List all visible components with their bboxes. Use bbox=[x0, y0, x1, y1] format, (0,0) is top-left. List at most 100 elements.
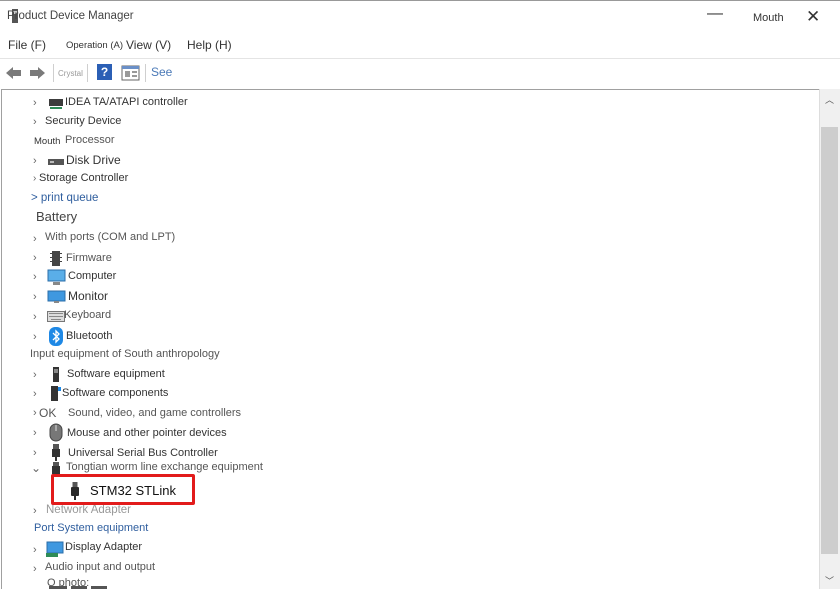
monitor-icon bbox=[47, 290, 66, 303]
expand-chevron-icon[interactable]: › bbox=[33, 311, 37, 323]
tree-item-mouse[interactable]: › Mouse and other pointer devices bbox=[2, 423, 812, 442]
expand-chevron-icon[interactable]: › bbox=[33, 563, 37, 575]
scrollbar-thumb[interactable] bbox=[821, 127, 838, 554]
software-device-icon bbox=[53, 367, 59, 382]
tree-item-display-adapter[interactable]: › Display Adapter bbox=[2, 540, 812, 559]
expand-chevron-icon[interactable]: › bbox=[33, 233, 37, 245]
keyboard-icon bbox=[47, 311, 65, 322]
menu-view[interactable]: View (V) bbox=[126, 38, 171, 52]
expand-chevron-icon[interactable]: › bbox=[33, 331, 37, 343]
tree-item-processor[interactable]: Mouth Processor bbox=[2, 132, 812, 151]
back-arrow-icon[interactable] bbox=[4, 64, 23, 82]
forward-arrow-icon[interactable] bbox=[28, 64, 47, 82]
tree-item-label: Computer bbox=[68, 270, 117, 282]
tree-item-label: Universal Serial Bus Controller bbox=[68, 447, 218, 459]
tree-item-disk-drive[interactable]: › Disk Drive bbox=[2, 151, 812, 170]
expand-chevron-icon[interactable]: › bbox=[33, 173, 36, 184]
tree-item-storage-controller[interactable]: › Storage Controller bbox=[2, 170, 812, 189]
scroll-up-icon[interactable]: ︿ bbox=[825, 93, 834, 106]
expand-chevron-icon[interactable]: › bbox=[33, 155, 37, 167]
display-adapter-icon bbox=[46, 541, 64, 557]
tree-item-bluetooth[interactable]: › Bluetooth bbox=[2, 326, 812, 347]
tree-item-ide-controller[interactable]: › IDEA TA/ATAPI controller bbox=[2, 94, 812, 113]
tree-item-label: Battery bbox=[36, 209, 78, 224]
expand-chevron-icon[interactable]: › bbox=[33, 505, 37, 517]
help-icon[interactable]: ? bbox=[97, 64, 112, 80]
tree-item-label: Software equipment bbox=[67, 368, 165, 380]
see-button[interactable]: See bbox=[151, 65, 172, 79]
expand-chevron-icon[interactable]: › bbox=[33, 271, 37, 283]
expand-chevron-icon[interactable]: › bbox=[33, 252, 37, 264]
tree-item-battery[interactable]: Battery bbox=[2, 208, 812, 230]
tree-item-label: Sound, video, and game controllers bbox=[68, 407, 242, 419]
expand-chevron-icon[interactable]: › bbox=[33, 291, 37, 303]
tree-item-label: Display Adapter bbox=[65, 541, 143, 553]
computer-icon bbox=[47, 269, 66, 285]
tree-item-label: Audio input and output bbox=[45, 561, 156, 573]
tree-item-label: Network Adapter bbox=[46, 504, 132, 516]
tree-item-input-equipment[interactable]: Input equipment of South anthropology bbox=[2, 346, 812, 365]
expand-chevron-icon[interactable]: › bbox=[33, 427, 37, 439]
disk-drive-icon bbox=[48, 159, 64, 165]
tree-item-label: Processor bbox=[65, 134, 115, 146]
vertical-scrollbar[interactable]: ︿ ﹀ bbox=[819, 89, 840, 589]
crystal-label: Crystal bbox=[58, 69, 83, 78]
expand-chevron-icon[interactable]: › bbox=[33, 447, 37, 459]
mouse-icon bbox=[49, 423, 63, 442]
menu-file[interactable]: File (F) bbox=[8, 38, 46, 52]
firmware-icon bbox=[50, 251, 62, 266]
expand-chevron-icon[interactable]: › bbox=[33, 97, 37, 109]
highlight-box bbox=[51, 474, 195, 505]
tree-item-label: IDEA TA/ATAPI controller bbox=[65, 96, 188, 108]
minimize-button[interactable]: — bbox=[707, 5, 723, 23]
toolbar-separator bbox=[145, 64, 146, 82]
menu-help[interactable]: Help (H) bbox=[187, 38, 232, 52]
properties-icon[interactable] bbox=[121, 64, 140, 82]
title-bar: Product Device Manager — Mouth ✕ bbox=[0, 0, 840, 34]
tree-item-label: Keyboard bbox=[64, 309, 112, 321]
tree-item-label: > print queue bbox=[31, 192, 99, 204]
tree-item-label: Bluetooth bbox=[66, 330, 113, 342]
menu-operation[interactable]: Operation (A) bbox=[66, 40, 123, 51]
tree-item-security-device[interactable]: › Security Device bbox=[2, 113, 812, 132]
tree-item-software-equipment[interactable]: › Software equipment bbox=[2, 365, 812, 384]
expand-chevron-icon[interactable]: › bbox=[33, 116, 37, 128]
tree-item-prefix: OK bbox=[39, 406, 57, 420]
tree-item-ports[interactable]: › With ports (COM and LPT) bbox=[2, 230, 812, 249]
tree-item-label: Mouse and other pointer devices bbox=[67, 427, 227, 439]
window-title: Product Device Manager bbox=[7, 10, 134, 22]
toolbar-separator bbox=[53, 64, 54, 82]
tree-item-computer[interactable]: › Computer bbox=[2, 268, 812, 287]
menu-bar: File (F) Operation (A) View (V) Help (H) bbox=[0, 34, 840, 58]
tree-item-photo[interactable]: Q photo: bbox=[2, 576, 812, 589]
tree-item-sound-video[interactable]: › OK Sound, video, and game controllers bbox=[2, 403, 812, 424]
tree-item-prefix: Mouth bbox=[34, 136, 61, 147]
device-tree[interactable]: › IDEA TA/ATAPI controller › Security De… bbox=[1, 89, 819, 589]
tree-item-label: Input equipment of South anthropology bbox=[30, 348, 220, 360]
tree-item-monitor[interactable]: › Monitor bbox=[2, 287, 812, 308]
tree-item-label: Security Device bbox=[45, 115, 122, 127]
tree-item-print-queue[interactable]: > print queue bbox=[2, 190, 812, 209]
close-button[interactable]: ✕ bbox=[806, 7, 820, 27]
expand-chevron-icon[interactable]: › bbox=[33, 544, 37, 556]
tree-item-software-components[interactable]: › Software components bbox=[2, 384, 812, 403]
tree-item-port-system[interactable]: Port System equipment bbox=[2, 521, 812, 540]
collapse-chevron-icon[interactable]: ⌄ bbox=[31, 461, 41, 475]
tree-item-label: Port System equipment bbox=[34, 522, 149, 534]
tree-item-keyboard[interactable]: › Keyboard bbox=[2, 307, 812, 326]
tree-item-label: Monitor bbox=[68, 289, 109, 303]
tree-item-label: Software components bbox=[62, 387, 169, 399]
tree-item-label: Tongtian worm line exchange equipment bbox=[66, 461, 263, 473]
scroll-down-icon[interactable]: ﹀ bbox=[825, 574, 834, 587]
tree-item-label: Storage Controller bbox=[39, 172, 129, 184]
tree-item-firmware[interactable]: › Firmware bbox=[2, 249, 812, 268]
expand-chevron-icon[interactable]: › bbox=[33, 388, 37, 400]
toolbar: Crystal ? See bbox=[0, 58, 840, 86]
expand-chevron-icon[interactable]: › bbox=[33, 407, 37, 419]
ide-controller-icon bbox=[49, 99, 63, 109]
tree-item-label: Firmware bbox=[66, 252, 112, 264]
expand-chevron-icon[interactable]: › bbox=[33, 369, 37, 381]
toolbar-separator bbox=[87, 64, 88, 82]
tree-item-label: Disk Drive bbox=[66, 153, 121, 167]
bluetooth-icon bbox=[49, 327, 63, 346]
